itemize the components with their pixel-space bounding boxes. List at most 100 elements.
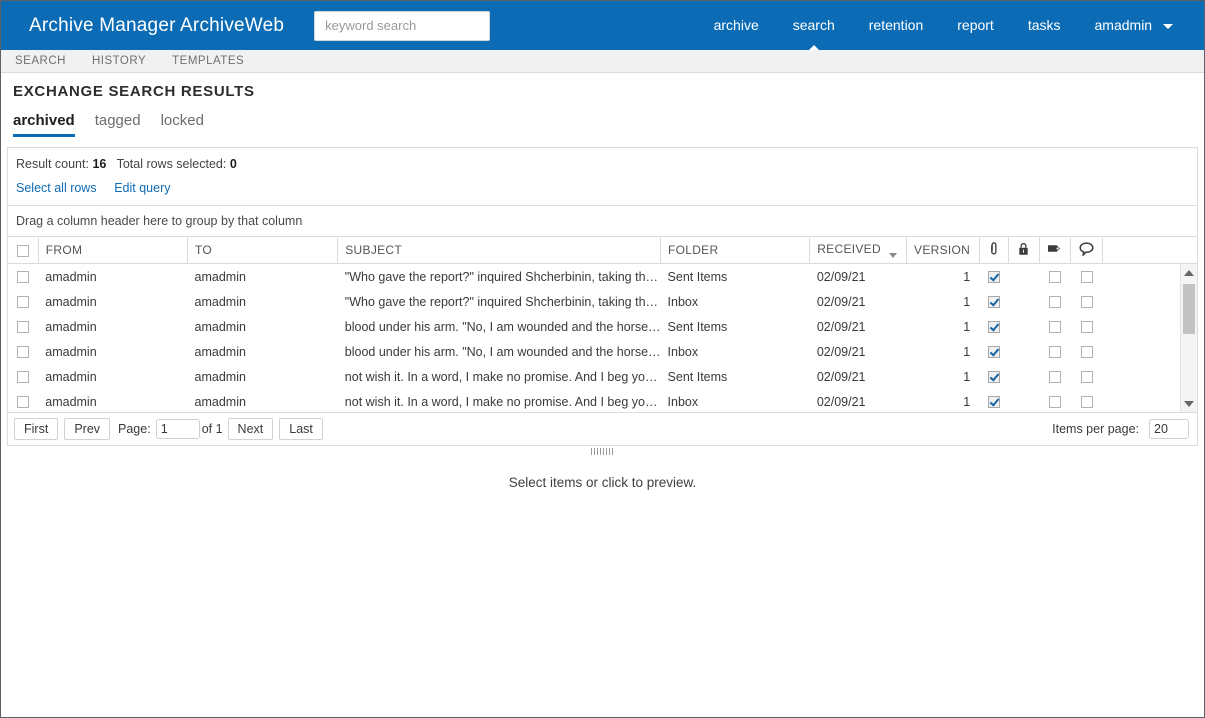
cell-tag[interactable]	[1040, 339, 1071, 364]
row-checkbox[interactable]	[17, 321, 30, 334]
scroll-up-arrow-icon[interactable]	[1181, 264, 1197, 281]
attachment-checkbox[interactable]	[987, 396, 1000, 409]
table-row[interactable]: amadmin amadmin blood under his arm. "No…	[8, 339, 1180, 364]
cell-locked	[1008, 389, 1039, 412]
table-row[interactable]: amadmin amadmin "Who gave the report?" i…	[8, 289, 1180, 314]
user-menu-amadmin[interactable]: amadmin	[1078, 1, 1190, 50]
tag-checkbox[interactable]	[1049, 396, 1062, 409]
tab-locked[interactable]: locked	[161, 112, 204, 137]
attachment-checkbox[interactable]	[987, 271, 1000, 284]
nav-item-report[interactable]: report	[940, 1, 1011, 50]
cell-attachment[interactable]	[979, 339, 1008, 364]
note-checkbox[interactable]	[1080, 371, 1093, 384]
tag-checkbox[interactable]	[1049, 271, 1062, 284]
cell-attachment[interactable]	[979, 389, 1008, 412]
cell-attachment[interactable]	[979, 289, 1008, 314]
nav-item-archive[interactable]: archive	[697, 1, 776, 50]
attachment-checkbox[interactable]	[987, 371, 1000, 384]
tag-checkbox[interactable]	[1049, 296, 1062, 309]
items-per-page-input[interactable]	[1149, 419, 1189, 439]
cell-note[interactable]	[1071, 264, 1102, 289]
attachment-checkbox[interactable]	[987, 321, 1000, 334]
select-all-rows-link[interactable]: Select all rows	[16, 181, 97, 195]
select-all-checkbox[interactable]	[16, 244, 29, 257]
grid-vertical-scrollbar[interactable]	[1180, 264, 1197, 412]
cell-tag[interactable]	[1040, 364, 1071, 389]
cell-attachment[interactable]	[979, 314, 1008, 339]
scroll-down-arrow-icon[interactable]	[1181, 395, 1197, 412]
column-header-from[interactable]: FROM	[38, 237, 189, 264]
nav-item-retention[interactable]: retention	[852, 1, 940, 50]
cell-tag[interactable]	[1040, 389, 1071, 412]
row-checkbox[interactable]	[17, 396, 30, 409]
cell-tag[interactable]	[1040, 314, 1071, 339]
column-header-tag[interactable]	[1039, 237, 1072, 264]
preview-splitter-handle[interactable]	[1, 446, 1204, 457]
edit-query-link[interactable]: Edit query	[114, 181, 170, 195]
subnav-item-search[interactable]: SEARCH	[15, 55, 66, 67]
note-checkbox[interactable]	[1080, 321, 1093, 334]
note-checkbox[interactable]	[1080, 296, 1093, 309]
row-select-cell[interactable]	[8, 314, 38, 339]
note-checkbox[interactable]	[1080, 396, 1093, 409]
column-header-subject[interactable]: SUBJECT	[337, 237, 661, 264]
row-select-cell[interactable]	[8, 389, 38, 412]
table-row[interactable]: amadmin amadmin not wish it. In a word, …	[8, 389, 1180, 412]
nav-item-tasks[interactable]: tasks	[1011, 1, 1078, 50]
column-header-attachment[interactable]	[979, 237, 1009, 264]
subnav-item-history[interactable]: HISTORY	[92, 55, 146, 67]
column-header-locked[interactable]	[1008, 237, 1041, 264]
table-row[interactable]: amadmin amadmin not wish it. In a word, …	[8, 364, 1180, 389]
cell-attachment[interactable]	[979, 264, 1008, 289]
note-checkbox[interactable]	[1080, 271, 1093, 284]
tag-checkbox[interactable]	[1049, 321, 1062, 334]
tab-tagged[interactable]: tagged	[95, 112, 141, 137]
next-page-button[interactable]: Next	[227, 418, 274, 440]
page-number-input[interactable]	[155, 419, 200, 439]
nav-item-tasks-label: tasks	[1027, 17, 1061, 33]
row-select-cell[interactable]	[8, 339, 38, 364]
row-checkbox[interactable]	[17, 371, 30, 384]
table-row[interactable]: amadmin amadmin blood under his arm. "No…	[8, 314, 1180, 339]
last-page-button[interactable]: Last	[279, 418, 323, 440]
cell-note[interactable]	[1071, 364, 1102, 389]
tag-checkbox[interactable]	[1049, 371, 1062, 384]
cell-subject: blood under his arm. "No, I am wounded a…	[344, 319, 661, 334]
cell-tag[interactable]	[1040, 264, 1071, 289]
row-checkbox[interactable]	[17, 271, 30, 284]
column-header-version[interactable]: VERSION	[906, 237, 980, 264]
cell-note[interactable]	[1071, 314, 1102, 339]
tag-checkbox[interactable]	[1049, 346, 1062, 359]
row-select-cell[interactable]	[8, 289, 38, 314]
column-header-to[interactable]: TO	[187, 237, 339, 264]
cell-note[interactable]	[1071, 389, 1102, 412]
row-checkbox[interactable]	[17, 296, 30, 309]
group-by-dropzone[interactable]: Drag a column header here to group by th…	[8, 206, 1197, 237]
cell-tag[interactable]	[1040, 289, 1071, 314]
cell-note[interactable]	[1071, 289, 1102, 314]
keyword-search-box[interactable]	[314, 10, 491, 41]
column-select-all[interactable]	[8, 237, 39, 264]
attachment-checkbox[interactable]	[987, 296, 1000, 309]
column-header-note[interactable]	[1070, 237, 1103, 264]
scrollbar-thumb[interactable]	[1183, 284, 1195, 334]
row-checkbox[interactable]	[17, 346, 30, 359]
prev-page-button[interactable]: Prev	[64, 418, 111, 440]
cell-version: 1	[963, 369, 971, 384]
search-input[interactable]	[315, 11, 490, 40]
row-select-cell[interactable]	[8, 264, 38, 289]
table-row[interactable]: amadmin amadmin "Who gave the report?" i…	[8, 264, 1180, 289]
subnav-item-templates[interactable]: TEMPLATES	[172, 55, 244, 67]
cell-spacer	[1102, 264, 1180, 289]
nav-item-search[interactable]: search	[776, 1, 852, 50]
column-header-received[interactable]: RECEIVED	[809, 237, 908, 264]
column-header-folder[interactable]: FOLDER	[660, 237, 811, 264]
first-page-button[interactable]: First	[14, 418, 59, 440]
tab-archived[interactable]: archived	[13, 112, 75, 137]
row-select-cell[interactable]	[8, 364, 38, 389]
cell-locked	[1008, 289, 1039, 314]
note-checkbox[interactable]	[1080, 346, 1093, 359]
cell-attachment[interactable]	[979, 364, 1008, 389]
cell-note[interactable]	[1071, 339, 1102, 364]
attachment-checkbox[interactable]	[987, 346, 1000, 359]
